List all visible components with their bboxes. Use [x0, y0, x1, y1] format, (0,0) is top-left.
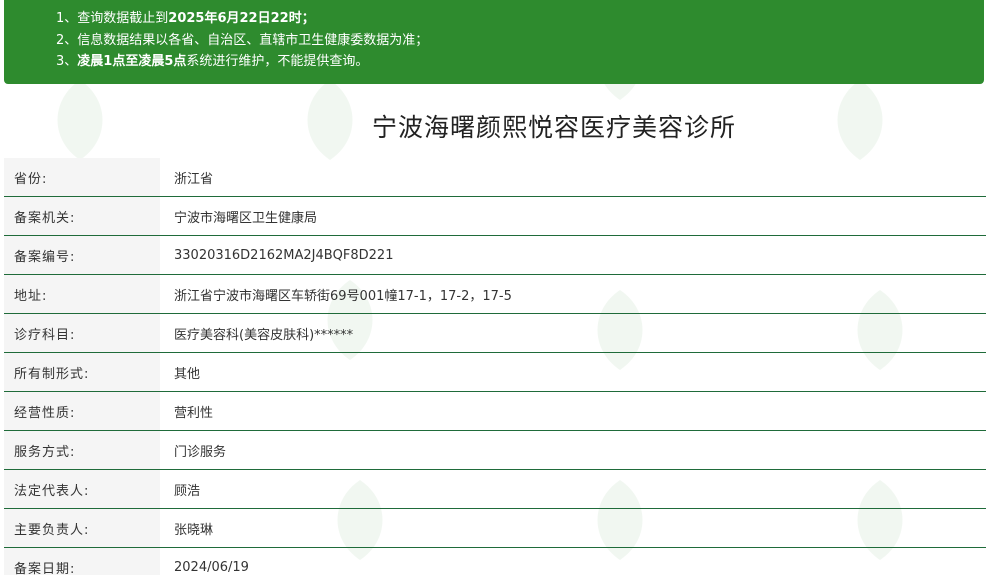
page-title: 宁波海曙颜熙悦容医疗美容诊所 [371, 113, 736, 142]
notice-line-3-prefix: 3、 [56, 54, 78, 69]
row-label: 备案日期: [4, 548, 160, 575]
row-value: 营利性 [174, 405, 214, 421]
table-row: 法定代表人: 顾浩 [4, 470, 986, 509]
row-label: 所有制形式: [4, 353, 160, 391]
notice-line-1-prefix: 1、查询数据截止到 [56, 11, 169, 26]
notice-line-3-hours: 凌晨1点至凌晨5点 [77, 54, 187, 69]
info-table: 省份: 浙江省 备案机关: 宁波市海曙区卫生健康局 备案编号: 33020316D2162… [4, 158, 986, 575]
notice-line-1: 1、查询数据截止到2025年6月22日22时； [56, 8, 984, 30]
notice-line-3-suffix: 系统进行维护，不能提供查询。 [186, 54, 369, 69]
row-value: 33020316D2162MA2J4BQF8D221 [174, 247, 394, 263]
table-row: 经营性质: 营利性 [4, 392, 986, 431]
row-label: 备案机关: [4, 197, 160, 235]
notice-line-1-date: 2025年6月22日22时 [168, 11, 302, 26]
row-label: 经营性质: [4, 392, 160, 430]
table-row: 省份: 浙江省 [4, 158, 986, 197]
row-value: 宁波市海曙区卫生健康局 [174, 210, 318, 226]
row-label: 诊疗科目: [4, 314, 160, 352]
row-value: 浙江省宁波市海曙区车轿街69号001幢17-1，17-2，17-5 [174, 288, 512, 304]
table-row: 备案机关: 宁波市海曙区卫生健康局 [4, 197, 986, 236]
page: 1、查询数据截止到2025年6月22日22时； 2、信息数据结果以各省、自治区、… [0, 0, 986, 575]
row-label: 服务方式: [4, 431, 160, 469]
row-value: 门诊服务 [174, 444, 227, 460]
row-label: 地址: [4, 275, 160, 313]
table-row: 地址: 浙江省宁波市海曙区车轿街69号001幢17-1，17-2，17-5 [4, 275, 986, 314]
notice-banner: 1、查询数据截止到2025年6月22日22时； 2、信息数据结果以各省、自治区、… [4, 0, 984, 84]
notice-line-1-suffix: ； [301, 11, 315, 26]
notice-line-2: 2、信息数据结果以各省、自治区、直辖市卫生健康委数据为准； [56, 32, 429, 48]
row-value: 张晓琳 [174, 522, 214, 538]
row-value: 医疗美容科(美容皮肤科)****** [174, 327, 354, 343]
table-row: 备案日期: 2024/06/19 [4, 548, 986, 575]
row-value: 其他 [174, 366, 201, 382]
row-label: 备案编号: [4, 236, 160, 274]
row-label: 法定代表人: [4, 470, 160, 508]
table-row: 所有制形式: 其他 [4, 353, 986, 392]
table-row: 诊疗科目: 医疗美容科(美容皮肤科)****** [4, 314, 986, 353]
table-row: 备案编号: 33020316D2162MA2J4BQF8D221 [4, 236, 986, 275]
notice-line-3: 3、凌晨1点至凌晨5点系统进行维护，不能提供查询。 [56, 51, 984, 73]
table-row: 服务方式: 门诊服务 [4, 431, 986, 470]
row-label: 主要负责人: [4, 509, 160, 547]
row-value: 顾浩 [174, 483, 201, 499]
row-value: 2024/06/19 [174, 559, 249, 575]
row-label: 省份: [4, 158, 160, 196]
table-row: 主要负责人: 张晓琳 [4, 509, 986, 548]
row-value: 浙江省 [174, 171, 214, 187]
